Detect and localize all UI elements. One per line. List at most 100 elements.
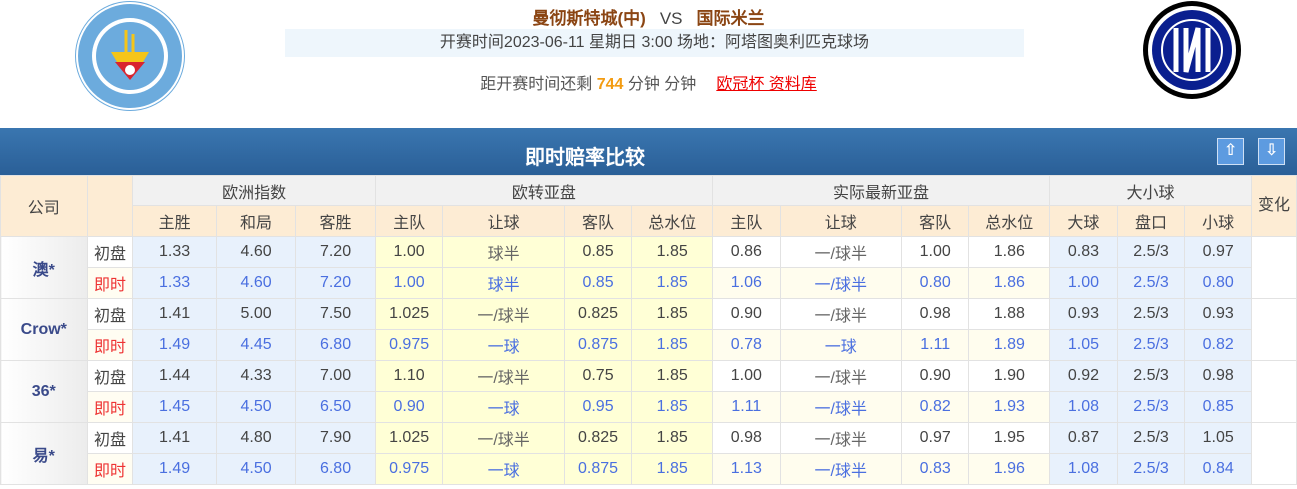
odds-cell: 2.5/3 [1116,298,1186,330]
odds-cell: 1.90 [968,360,1051,392]
table-row: 即时 1.33 4.60 7.20 1.00 球半 0.85 1.85 1.06 一/球半 0.80… [1,267,1297,299]
row-type: 即时 [86,453,134,485]
odds-cell: 0.85 [1184,391,1252,423]
change-header: 变化 [1250,175,1297,237]
odds-cell: 1.85 [631,391,714,423]
column-header[interactable]: 总水位 [631,205,714,237]
odds-cell: 0.83 [900,453,970,485]
group-header: 欧转亚盘 [374,175,714,206]
odds-cell: 一/球半 [779,360,902,392]
odds-cell: 0.98 [900,298,970,330]
column-header[interactable]: 客胜 [295,205,376,237]
odds-cell: 4.80 [215,422,297,454]
odds-table: 公司 欧洲指数 欧转亚盘 实际最新亚盘 大小球 变化 主胜 和局 客胜 主队 让球 客队总… [0,175,1297,485]
company-header: 公司 [0,175,88,237]
column-header[interactable]: 总水位 [968,205,1051,237]
row-type: 即时 [86,329,134,361]
odds-cell: 7.20 [295,267,376,299]
match-info: 开赛时间2023-06-11 星期日 3:00 场地：阿塔图奥利匹克球场 [285,29,1024,57]
odds-cell: 0.78 [712,329,781,361]
odds-cell: 1.85 [631,236,714,268]
company-name[interactable]: 36* [0,360,88,423]
change-cell[interactable] [1250,236,1297,299]
odds-cell: 7.90 [295,422,376,454]
change-cell[interactable] [1250,360,1297,423]
table-row: 36* 初盘 1.44 4.33 7.00 1.10 一/球半 0.75 1.85 1.00 一/球… [0,360,1297,423]
odds-cell: 1.06 [712,267,781,299]
odds-cell: 0.80 [900,267,970,299]
odds-cell: 0.75 [563,360,633,392]
odds-cell: 7.00 [295,360,376,392]
column-header[interactable]: 主队 [374,205,444,237]
inter-milan-logo [1143,1,1241,99]
odds-cell: 1.95 [968,422,1051,454]
odds-cell: 0.85 [563,236,633,268]
odds-cell: 4.50 [215,453,297,485]
column-header[interactable]: 让球 [779,205,902,237]
odds-cell: 1.10 [374,360,444,392]
countdown-prefix: 距开赛时间还剩 [480,76,593,93]
odds-cell: 7.50 [295,298,376,330]
odds-cell: 1.33 [132,236,217,268]
table-row: Crow* 初盘 1.41 5.00 7.50 1.025 一/球半 0.825 1.85 0.9… [0,298,1297,361]
odds-cell: 2.5/3 [1116,236,1186,268]
odds-cell: 5.00 [215,298,297,330]
odds-cell: 一/球半 [779,391,902,423]
odds-cell: 0.85 [563,267,633,299]
row-type: 初盘 [86,236,134,268]
odds-cell: 0.90 [712,298,781,330]
company-name[interactable]: Crow* [0,298,88,361]
column-header[interactable]: 客队 [563,205,633,237]
odds-cell: 0.93 [1049,298,1118,330]
odds-cell: 1.08 [1049,391,1118,423]
table-row: 即时 1.49 4.45 6.80 0.975 一球 0.875 1.85 0.78 一球 1.11… [1,329,1297,361]
odds-cell: 4.60 [215,236,297,268]
group-header: 大小球 [1049,175,1252,206]
row-type: 即时 [86,391,134,423]
company-name[interactable]: 易* [0,422,88,485]
column-header[interactable]: 主胜 [132,205,217,237]
table-row: 即时 1.49 4.50 6.80 0.975 一球 0.875 1.85 1.13 一/球半 0.… [1,453,1297,485]
scroll-down-button[interactable]: ⇩ [1258,138,1285,165]
odds-cell: 1.89 [968,329,1051,361]
home-team[interactable]: 曼彻斯特城(中) [532,9,645,28]
odds-cell: 0.84 [1184,453,1252,485]
odds-cell: 2.5/3 [1116,329,1186,361]
odds-cell: 0.90 [900,360,970,392]
odds-cell: 0.975 [374,453,444,485]
odds-cell: 1.025 [374,422,444,454]
odds-cell: 1.41 [132,422,217,454]
row-type: 即时 [86,267,134,299]
odds-cell: 1.05 [1049,329,1118,361]
odds-cell: 1.85 [631,298,714,330]
change-cell[interactable] [1250,298,1297,361]
column-header[interactable]: 大球 [1049,205,1118,237]
column-header[interactable]: 让球 [442,205,565,237]
column-header[interactable]: 客队 [900,205,970,237]
odds-cell: 一/球半 [442,360,565,392]
change-cell[interactable] [1250,422,1297,485]
odds-cell: 1.11 [712,391,781,423]
odds-cell: 4.50 [215,391,297,423]
away-team[interactable]: 国际米兰 [697,9,765,28]
odds-cell: 0.83 [1049,236,1118,268]
odds-cell: 一/球半 [442,298,565,330]
odds-cell: 1.13 [712,453,781,485]
column-header[interactable]: 和局 [215,205,297,237]
company-name[interactable]: 澳* [0,236,88,299]
odds-cell: 0.82 [900,391,970,423]
odds-cell: 1.49 [132,329,217,361]
odds-cell: 0.90 [374,391,444,423]
column-header[interactable]: 盘口 [1116,205,1186,237]
odds-cell: 0.825 [563,422,633,454]
match-header: 曼彻斯特城(中) VS 国际米兰 开赛时间2023-06-11 星期日 3:00 场… [0,0,1297,128]
database-link[interactable]: 欧冠杯 资料库 [716,76,816,93]
odds-cell: 1.025 [374,298,444,330]
odds-cell: 0.825 [563,298,633,330]
table-row: 易* 初盘 1.41 4.80 7.90 1.025 一/球半 0.825 1.85 0.98 一/… [0,422,1297,485]
column-header[interactable]: 主队 [712,205,781,237]
odds-cell: 0.80 [1184,267,1252,299]
scroll-up-button[interactable]: ⇧ [1217,138,1244,165]
odds-cell: 一/球半 [779,298,902,330]
column-header[interactable]: 小球 [1184,205,1252,237]
